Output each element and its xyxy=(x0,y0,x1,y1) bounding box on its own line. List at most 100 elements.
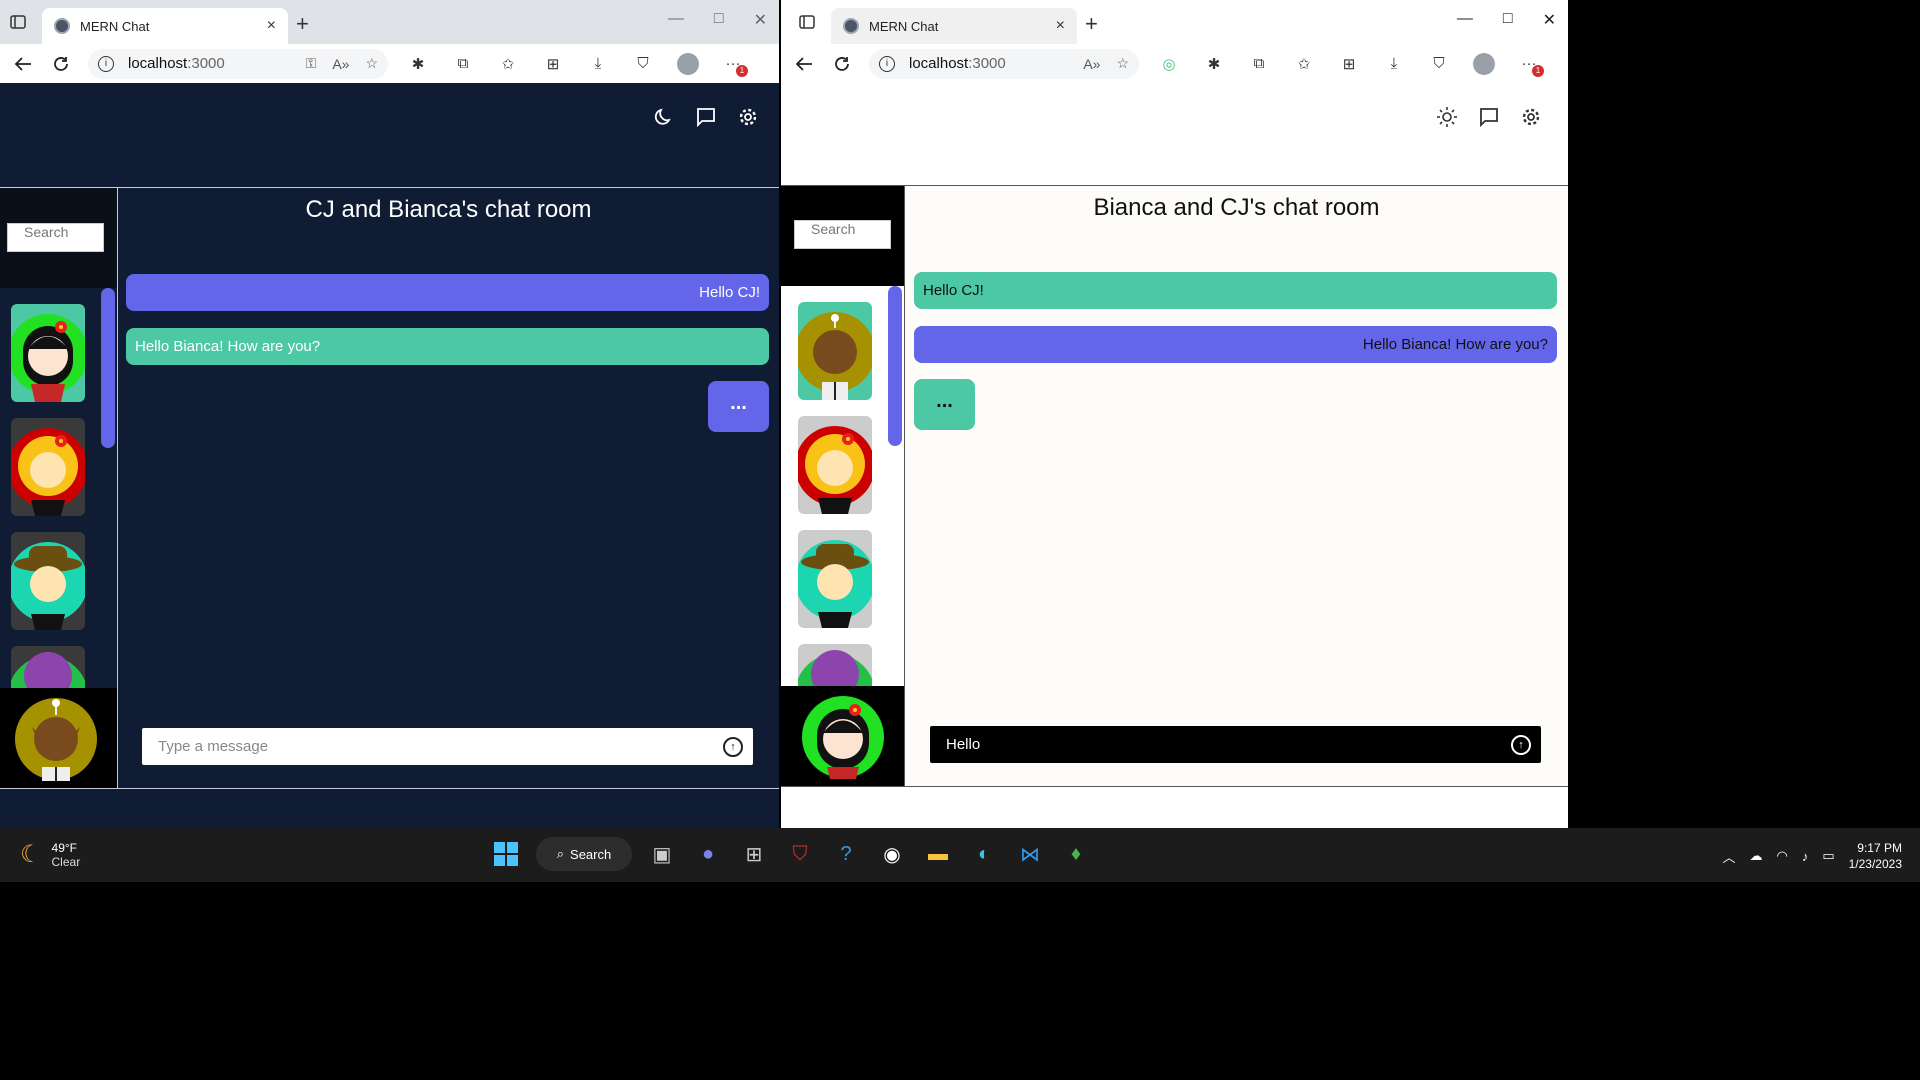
favorite-add-icon[interactable]: ☆ xyxy=(1116,55,1129,72)
new-tab-button[interactable]: + xyxy=(1085,13,1098,35)
minimize-icon[interactable]: — xyxy=(1457,10,1473,30)
contacts-scrollbar[interactable] xyxy=(888,286,902,446)
chat-icon[interactable] xyxy=(695,105,717,129)
contact-avatar-2[interactable] xyxy=(798,416,872,514)
weather-widget[interactable]: ☾ 49°F Clear xyxy=(20,840,80,869)
read-aloud-icon[interactable]: A» xyxy=(332,56,349,72)
mongodb-icon[interactable]: ♦ xyxy=(1060,836,1092,872)
gear-icon[interactable] xyxy=(1520,105,1542,129)
favicon-icon xyxy=(843,18,859,34)
search-input[interactable]: Search xyxy=(794,220,891,249)
favorite-add-icon[interactable]: ☆ xyxy=(365,55,378,72)
site-info-icon[interactable]: i xyxy=(879,55,895,72)
chat-icon[interactable] xyxy=(1478,105,1500,129)
url-port: :3000 xyxy=(187,55,225,72)
contact-avatar-3[interactable] xyxy=(798,530,872,628)
collections-icon[interactable]: ⊞ xyxy=(538,49,568,79)
more-menu-button[interactable]: ··· 1 xyxy=(1514,49,1544,79)
extension-bug-icon[interactable]: ✱ xyxy=(1199,49,1229,79)
contact-avatar-cj[interactable] xyxy=(798,302,872,400)
message-input[interactable]: Hello ↑ xyxy=(930,726,1541,763)
more-menu-button[interactable]: ··· 1 xyxy=(718,49,748,79)
battery-icon[interactable]: ▭ xyxy=(1822,848,1834,864)
contact-avatar-2[interactable] xyxy=(11,418,85,516)
contact-avatar-4[interactable] xyxy=(798,644,872,686)
start-icon[interactable] xyxy=(490,836,522,872)
browser-tab[interactable]: MERN Chat × xyxy=(42,8,288,44)
file-explorer-icon[interactable]: ▬ xyxy=(922,836,954,872)
url-host: localhost xyxy=(128,55,188,72)
minimize-icon[interactable]: — xyxy=(668,10,684,30)
store-icon[interactable]: ⊞ xyxy=(738,836,770,872)
downloads-icon[interactable]: ⤓ xyxy=(1379,49,1409,79)
contact-avatar-4[interactable] xyxy=(11,646,85,688)
volume-icon[interactable]: ♪ xyxy=(1802,849,1809,864)
vscode-icon[interactable]: ⋈ xyxy=(1014,836,1046,872)
tab-close-icon[interactable]: × xyxy=(267,17,276,35)
refresh-icon[interactable] xyxy=(827,49,857,79)
typing-indicator: ... xyxy=(914,379,975,430)
mcafee-icon[interactable]: ⛉ xyxy=(784,836,816,872)
favorites-icon[interactable]: ✩ xyxy=(1289,49,1319,79)
chevron-up-icon[interactable]: ︿ xyxy=(1722,847,1735,866)
browser-essentials-icon[interactable]: ⛉ xyxy=(1424,49,1454,79)
browser-tab[interactable]: MERN Chat × xyxy=(831,8,1077,44)
search-input[interactable]: Search xyxy=(7,223,104,252)
teams-chat-icon[interactable]: ● xyxy=(692,836,724,872)
read-aloud-icon[interactable]: A» xyxy=(1083,56,1100,72)
taskbar: ☾ 49°F Clear ⌕ Search ▣ ● ⊞ ⛉ ? ◉ ▬ ◐ ⋈ … xyxy=(0,828,1920,882)
send-icon[interactable]: ↑ xyxy=(723,736,743,757)
url-field[interactable]: i localhost:3000 ⚿ A» ☆ xyxy=(88,48,388,79)
downloads-icon[interactable]: ⤓ xyxy=(583,49,613,79)
github-icon[interactable]: ◉ xyxy=(876,836,908,872)
maximize-icon[interactable]: □ xyxy=(1503,10,1513,30)
browser-essentials-icon[interactable]: ⛉ xyxy=(628,49,658,79)
contact-avatar-3[interactable] xyxy=(11,532,85,630)
tab-actions-icon[interactable] xyxy=(6,10,30,34)
maximize-icon[interactable]: □ xyxy=(714,10,724,30)
taskbar-apps: ⌕ Search ▣ ● ⊞ ⛉ ? ◉ ▬ ◐ ⋈ ♦ xyxy=(490,836,1092,872)
profile-icon[interactable] xyxy=(673,49,703,79)
current-user-avatar[interactable] xyxy=(0,688,117,788)
key-icon[interactable]: ⚿ xyxy=(306,55,317,72)
tab-close-icon[interactable]: × xyxy=(1056,17,1065,35)
window-controls: — □ ✕ xyxy=(1457,10,1556,30)
send-icon[interactable]: ↑ xyxy=(1511,734,1531,755)
extensions-icon[interactable]: ⧉ xyxy=(1244,49,1274,79)
help-icon[interactable]: ? xyxy=(830,836,862,872)
current-user-avatar[interactable] xyxy=(781,686,904,786)
window-controls: — □ ✕ xyxy=(668,10,767,30)
refresh-icon[interactable] xyxy=(46,49,76,79)
app-toolbar xyxy=(1436,105,1542,129)
favorites-icon[interactable]: ✩ xyxy=(493,49,523,79)
extensions-icon[interactable]: ⧉ xyxy=(448,49,478,79)
new-tab-button[interactable]: + xyxy=(296,13,309,35)
back-icon[interactable] xyxy=(8,49,38,79)
notification-badge: 1 xyxy=(736,64,748,77)
contact-avatar-bianca[interactable] xyxy=(11,304,85,402)
back-icon[interactable] xyxy=(789,49,819,79)
tab-actions-icon[interactable] xyxy=(795,10,819,34)
gear-icon[interactable] xyxy=(737,105,759,129)
message-input-text: Hello xyxy=(946,736,981,753)
onedrive-icon[interactable]: ☁ xyxy=(1749,848,1762,864)
message-input[interactable]: Type a message ↑ xyxy=(142,728,753,765)
task-view-icon[interactable]: ▣ xyxy=(646,836,678,872)
collections-icon[interactable]: ⊞ xyxy=(1334,49,1364,79)
close-window-icon[interactable]: ✕ xyxy=(1543,10,1556,30)
browser-window-left: MERN Chat × + — □ ✕ i localhost:3000 ⚿ A… xyxy=(0,0,779,828)
clock[interactable]: 9:17 PM 1/23/2023 xyxy=(1849,840,1902,872)
taskbar-search-button[interactable]: ⌕ Search xyxy=(536,837,632,871)
close-window-icon[interactable]: ✕ xyxy=(754,10,767,30)
sun-icon[interactable] xyxy=(1436,105,1458,129)
profile-icon[interactable] xyxy=(1469,49,1499,79)
extension-green-icon[interactable]: ◎ xyxy=(1154,49,1184,79)
wifi-icon[interactable]: ◠ xyxy=(1776,848,1787,864)
extension-bug-icon[interactable]: ✱ xyxy=(403,49,433,79)
moon-icon[interactable] xyxy=(653,105,675,129)
site-info-icon[interactable]: i xyxy=(98,55,114,72)
contacts-scrollbar[interactable] xyxy=(101,288,115,448)
url-field[interactable]: i localhost:3000 A» ☆ xyxy=(869,48,1139,79)
title-bar: MERN Chat × + — □ ✕ xyxy=(781,0,1568,44)
edge-icon[interactable]: ◐ xyxy=(968,836,1000,872)
